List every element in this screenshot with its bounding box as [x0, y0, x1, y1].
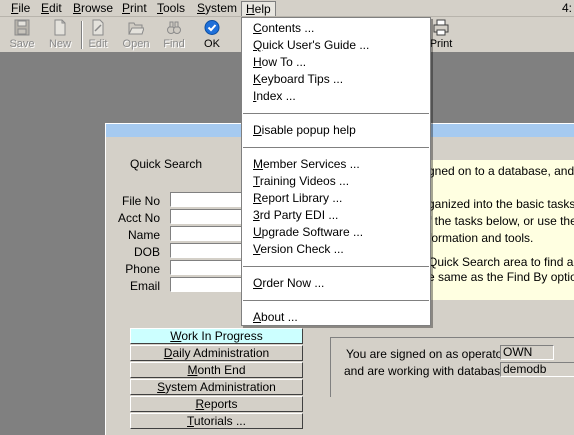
info-line: gned on to a database, and the — [428, 164, 574, 178]
help-about-item[interactable]: About ... — [253, 310, 298, 325]
info-line: e same as the Find By options — [428, 270, 574, 284]
save-label: Save — [9, 38, 35, 50]
help-member-services-item[interactable]: Member Services ... — [253, 157, 360, 172]
system-administration-button[interactable]: System Administration — [130, 379, 303, 395]
help-training-videos-item[interactable]: Training Videos ... — [253, 174, 349, 189]
help-how-to-item[interactable]: How To ... — [253, 55, 306, 70]
help-upgrade-software-item[interactable]: Upgrade Software ... — [253, 225, 363, 240]
phone-label: Phone — [125, 262, 160, 276]
menu-edit[interactable]: Edit — [36, 1, 67, 16]
info-line: formation and tools. — [428, 231, 534, 245]
menu-separator — [243, 147, 429, 148]
help-index-item[interactable]: Index ... — [253, 89, 296, 104]
menu-help[interactable]: Help — [241, 1, 276, 16]
new-label: New — [48, 38, 71, 50]
help-order-now-item[interactable]: Order Now ... — [253, 276, 324, 291]
email-input[interactable] — [170, 277, 244, 292]
tutorials-button[interactable]: Tutorials ... — [130, 413, 303, 429]
acct-no-input[interactable] — [170, 209, 244, 224]
help-version-check-item[interactable]: Version Check ... — [253, 242, 344, 257]
menu-separator — [243, 266, 429, 267]
floppy-disk-icon — [14, 19, 30, 36]
find-label: Find — [163, 38, 185, 50]
file-no-input[interactable] — [170, 192, 244, 207]
menu-separator — [243, 113, 429, 114]
info-line: f the tasks below, or use the M — [428, 214, 574, 228]
checkmark-circle-icon — [204, 20, 220, 35]
edit-button[interactable]: Edit — [79, 19, 117, 51]
info-line: ganized into the basic tasks yo — [428, 197, 574, 211]
database-label: and are working with database — [344, 364, 507, 378]
dob-input[interactable] — [170, 243, 244, 258]
printer-icon — [433, 19, 449, 36]
name-label: Name — [127, 228, 160, 242]
menu-system[interactable]: System — [192, 1, 242, 16]
open-label: Open — [122, 38, 150, 50]
save-button[interactable]: Save — [3, 19, 41, 51]
new-document-icon — [54, 19, 66, 36]
menu-separator — [243, 300, 429, 301]
help-quick-users-guide-item[interactable]: Quick User's Guide ... — [253, 38, 369, 53]
help-menu-dropdown: Contents ... Quick User's Guide ... How … — [241, 17, 431, 326]
find-button[interactable]: Find — [155, 19, 193, 51]
menu-browse[interactable]: Browse — [68, 1, 118, 16]
database-value: demodb — [500, 362, 574, 377]
menu-print[interactable]: Print — [117, 1, 152, 16]
help-contents-item[interactable]: Contents ... — [253, 21, 314, 36]
month-end-button[interactable]: Month End — [130, 362, 303, 378]
help-disable-popup-item[interactable]: Disable popup help — [253, 123, 356, 138]
operator-label: You are signed on as operator — [346, 347, 507, 361]
find-binoculars-icon — [167, 21, 181, 34]
daily-administration-button[interactable]: Daily Administration — [130, 345, 303, 361]
quick-search-title: Quick Search — [130, 157, 203, 171]
open-button[interactable]: Open — [117, 19, 155, 51]
menu-bar: File Edit Browse Print Tools System Help… — [0, 0, 574, 17]
menu-tools[interactable]: Tools — [152, 1, 190, 16]
name-input[interactable] — [170, 226, 244, 241]
dob-label: DOB — [133, 245, 160, 259]
new-button[interactable]: New — [41, 19, 79, 51]
operator-value: OWN — [500, 345, 554, 360]
reports-button[interactable]: Reports — [130, 396, 303, 412]
acct-no-label: Acct No — [117, 211, 160, 225]
edit-document-icon — [92, 19, 104, 36]
ok-button[interactable]: OK — [193, 19, 231, 51]
ok-label: OK — [204, 38, 220, 50]
menu-file[interactable]: File — [6, 1, 35, 16]
operator-info-box: You are signed on as operator OWN and ar… — [330, 337, 574, 397]
phone-input[interactable] — [170, 260, 244, 275]
help-third-party-edi-item[interactable]: 3rd Party EDI ... — [253, 208, 338, 223]
work-in-progress-button[interactable]: Work In Progress — [130, 328, 303, 344]
edit-label: Edit — [88, 38, 108, 50]
window-controls-partial[interactable]: 4: — [562, 1, 572, 16]
help-keyboard-tips-item[interactable]: Keyboard Tips ... — [253, 72, 343, 87]
email-label: Email — [129, 279, 160, 293]
info-line: Quick Search area to find an ac — [428, 255, 574, 269]
file-no-label: File No — [121, 194, 160, 208]
help-report-library-item[interactable]: Report Library ... — [253, 191, 342, 206]
welcome-info-panel: gned on to a database, and the ganized i… — [428, 160, 574, 300]
open-folder-icon — [128, 22, 144, 35]
